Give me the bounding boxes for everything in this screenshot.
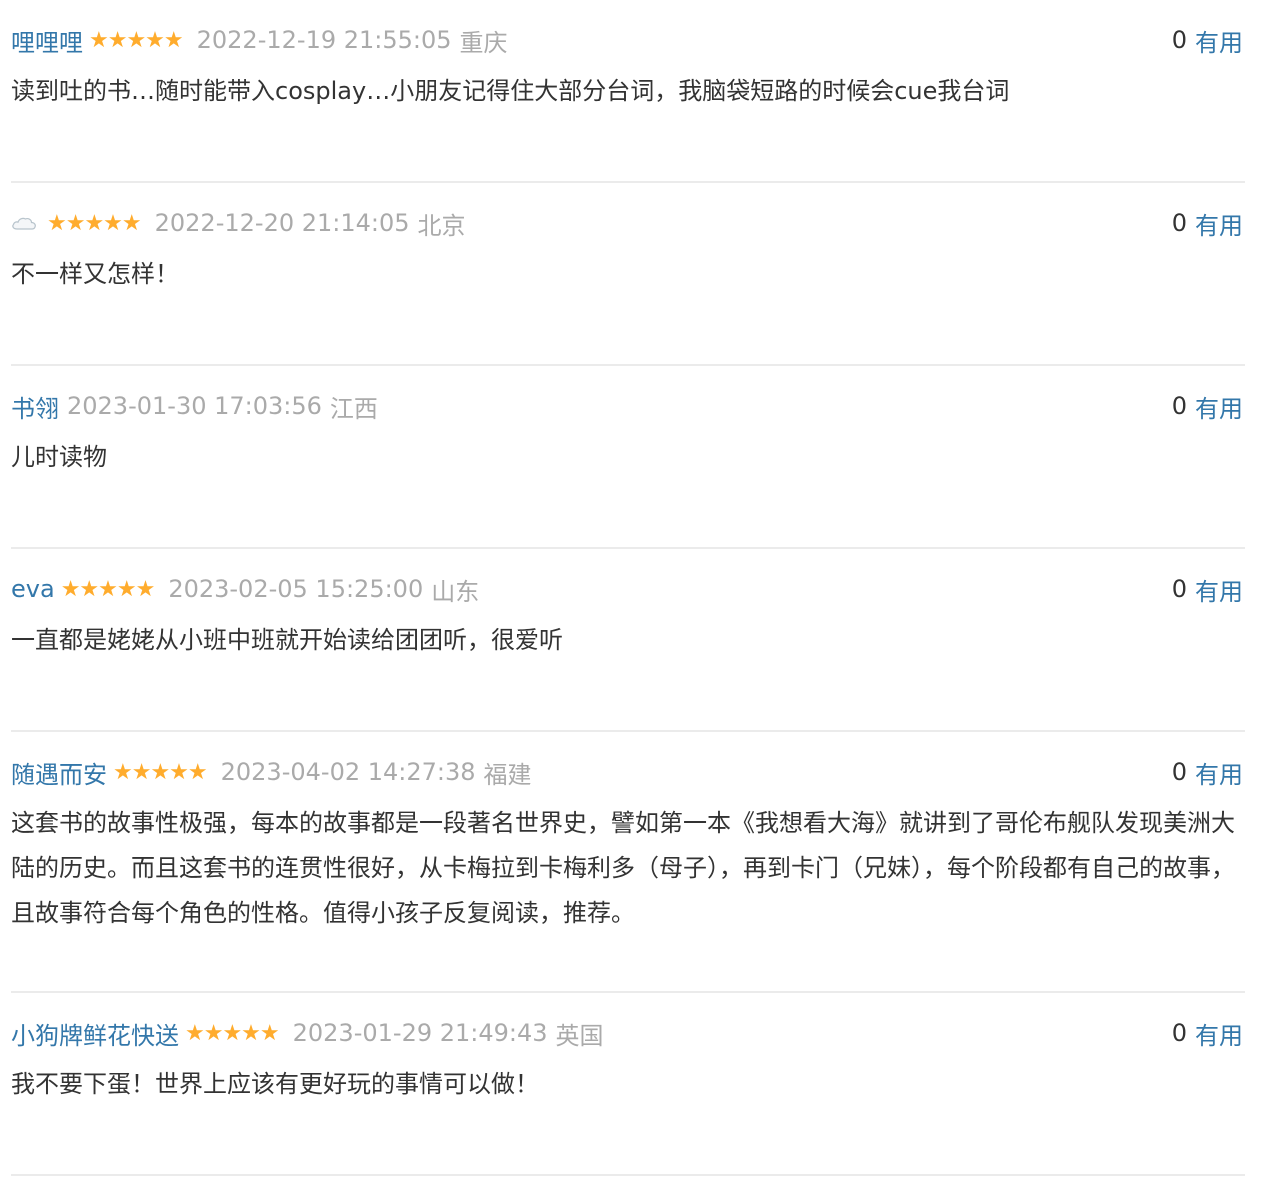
useful-button[interactable]: 有用 <box>1195 755 1243 790</box>
vote-count: 0 <box>1171 209 1187 237</box>
review-meta: ★★★★★ 2022-12-20 21:14:05 北京 0 有用 <box>11 205 1245 241</box>
review-location: 山东 <box>431 577 480 606</box>
review-username[interactable]: 随遇而安 <box>11 755 107 790</box>
useful-button[interactable]: 有用 <box>1195 389 1243 424</box>
vote-area: 0 有用 <box>1172 389 1245 424</box>
review-username[interactable]: eva <box>11 575 55 603</box>
review-time: 2023-01-30 17:03:56 <box>67 392 322 420</box>
review-location: 江西 <box>329 394 378 423</box>
review-item: eva ★★★★★ 2023-02-05 15:25:00 山东 0 有用 一直… <box>11 549 1245 732</box>
useful-button[interactable]: 有用 <box>1195 206 1243 241</box>
cloud-icon <box>11 215 37 231</box>
review-username[interactable]: 哩哩哩 <box>11 23 83 58</box>
review-content: 这套书的故事性极强，每本的故事都是一段著名世界史，譬如第一本《我想看大海》就讲到… <box>11 809 1235 927</box>
rating-stars: ★★★★★ <box>60 576 156 602</box>
vote-count: 0 <box>1171 1019 1187 1047</box>
review-meta: 小狗牌鲜花快送 ★★★★★ 2023-01-29 21:49:43 英国 0 有… <box>11 1015 1245 1051</box>
review-content: 读到吐的书…随时能带入cosplay…小朋友记得住大部分台词，我脑袋短路的时候会… <box>11 77 1010 105</box>
review-location: 福建 <box>483 760 532 789</box>
review-time: 2022-12-20 21:14:05 <box>154 209 410 237</box>
review-username[interactable] <box>11 209 41 237</box>
review-content: 一直都是姥姥从小班中班就开始读给团团听，很爱听 <box>11 626 563 654</box>
review-content: 我不要下蛋！世界上应该有更好玩的事情可以做！ <box>11 1070 539 1098</box>
review-location: 北京 <box>417 211 466 240</box>
vote-count: 0 <box>1171 26 1187 54</box>
review-item: 书翎 2023-01-30 17:03:56 江西 0 有用 儿时读物 <box>11 366 1245 549</box>
review-meta: 随遇而安 ★★★★★ 2023-04-02 14:27:38 福建 0 有用 <box>11 754 1245 790</box>
vote-area: 0 有用 <box>1172 755 1245 790</box>
review-content: 不一样又怎样！ <box>11 260 179 288</box>
review-item: 哩哩哩 ★★★★★ 2022-12-19 21:55:05 重庆 0 有用 读到… <box>11 0 1245 183</box>
review-location: 英国 <box>555 1021 604 1050</box>
review-time: 2023-04-02 14:27:38 <box>220 758 476 786</box>
review-meta: eva ★★★★★ 2023-02-05 15:25:00 山东 0 有用 <box>11 571 1245 607</box>
vote-area: 0 有用 <box>1172 23 1245 58</box>
review-item: ★★★★★ 2022-12-20 21:14:05 北京 0 有用 不一样又怎样… <box>11 183 1245 366</box>
useful-button[interactable]: 有用 <box>1195 23 1243 58</box>
review-item: 小狗牌鲜花快送 ★★★★★ 2023-01-29 21:49:43 英国 0 有… <box>11 993 1245 1176</box>
vote-count: 0 <box>1171 758 1187 786</box>
review-location: 重庆 <box>459 28 508 57</box>
vote-area: 0 有用 <box>1172 572 1245 607</box>
review-meta: 哩哩哩 ★★★★★ 2022-12-19 21:55:05 重庆 0 有用 <box>11 22 1245 58</box>
review-time: 2022-12-19 21:55:05 <box>196 26 452 54</box>
review-username[interactable]: 书翎 <box>11 389 59 424</box>
review-meta: 书翎 2023-01-30 17:03:56 江西 0 有用 <box>11 388 1245 424</box>
review-time: 2023-01-29 21:49:43 <box>292 1019 548 1047</box>
useful-button[interactable]: 有用 <box>1195 572 1243 607</box>
vote-area: 0 有用 <box>1172 1016 1245 1051</box>
review-list: 哩哩哩 ★★★★★ 2022-12-19 21:55:05 重庆 0 有用 读到… <box>11 0 1245 1176</box>
vote-area: 0 有用 <box>1172 206 1245 241</box>
rating-stars: ★★★★★ <box>89 27 184 53</box>
review-time: 2023-02-05 15:25:00 <box>168 575 424 603</box>
vote-count: 0 <box>1171 575 1187 603</box>
vote-count: 0 <box>1171 392 1187 420</box>
useful-button[interactable]: 有用 <box>1195 1016 1243 1051</box>
rating-stars: ★★★★★ <box>47 210 142 236</box>
rating-stars: ★★★★★ <box>113 759 208 785</box>
review-item: 随遇而安 ★★★★★ 2023-04-02 14:27:38 福建 0 有用 这… <box>11 732 1245 993</box>
review-content: 儿时读物 <box>11 443 107 471</box>
review-username[interactable]: 小狗牌鲜花快送 <box>11 1016 179 1051</box>
rating-stars: ★★★★★ <box>185 1020 280 1046</box>
